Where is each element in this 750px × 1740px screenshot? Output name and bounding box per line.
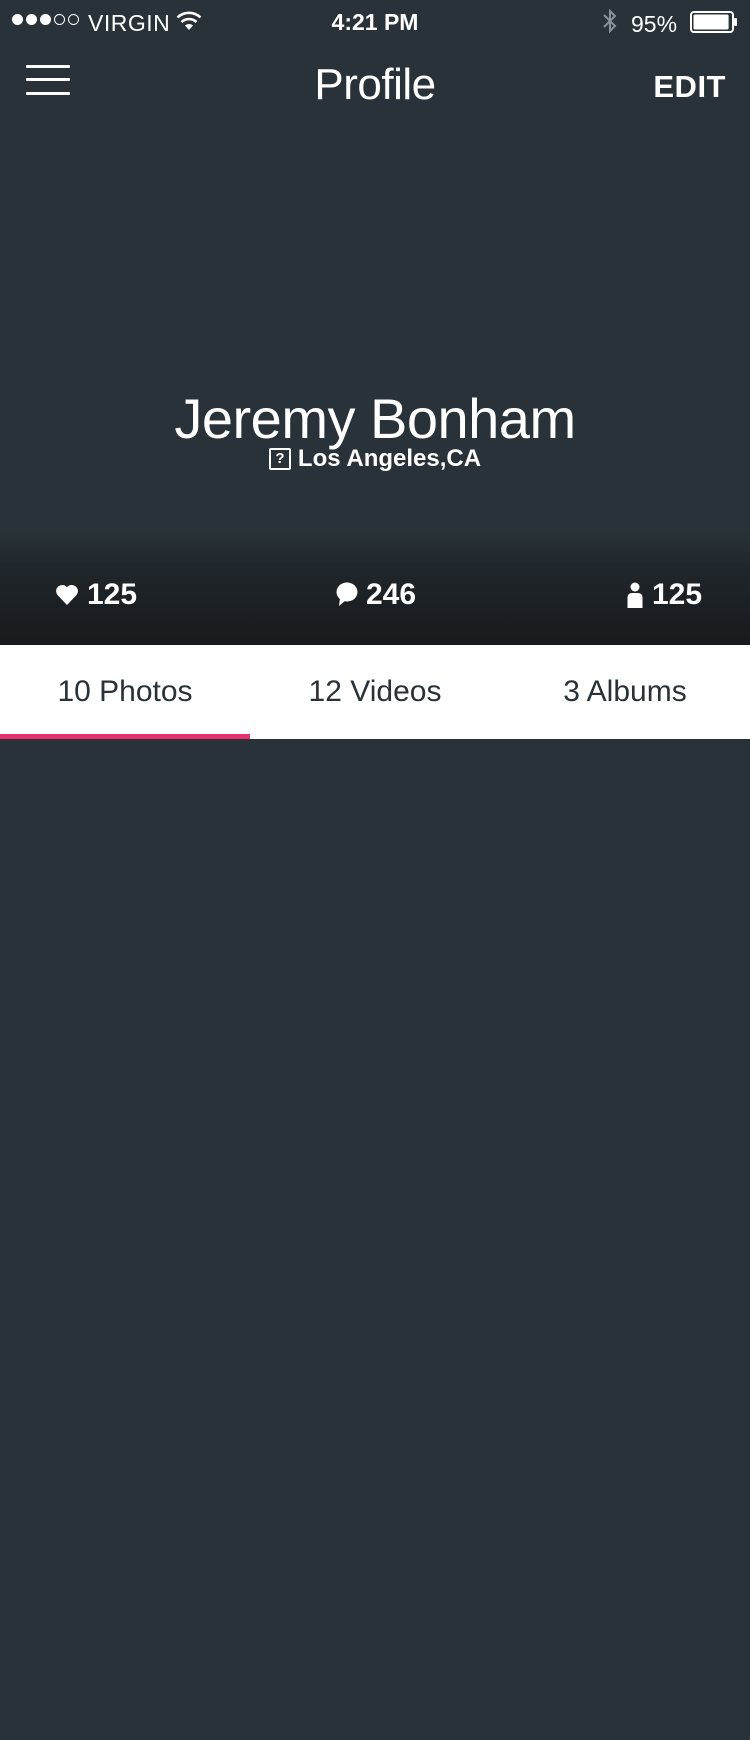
battery-percent: 95% <box>631 11 678 37</box>
tab-label: 3 Albums <box>563 675 687 708</box>
battery-icon <box>690 11 737 33</box>
comments-count: 246 <box>366 578 417 611</box>
followers-stat[interactable]: 125 <box>626 578 702 612</box>
media-tab-bar: 10 Photos 12 Videos 3 Albums <box>0 645 750 739</box>
person-icon <box>627 582 643 608</box>
likes-stat[interactable]: 125 <box>55 578 137 612</box>
profile-screen: VIRGIN 4:21 PM 95% Profile EDIT Jeremy B… <box>0 0 750 1740</box>
status-bar: VIRGIN 4:21 PM 95% <box>0 0 750 46</box>
speech-bubble-icon <box>336 582 358 606</box>
media-content-area <box>0 739 750 1740</box>
profile-header: VIRGIN 4:21 PM 95% Profile EDIT Jeremy B… <box>0 0 750 645</box>
profile-location: ? Los Angeles,CA <box>0 445 750 473</box>
location-label: Los Angeles,CA <box>297 445 482 472</box>
comments-stat[interactable]: 246 <box>336 578 416 612</box>
heart-icon <box>56 584 78 605</box>
profile-name: Jeremy Bonham <box>174 387 576 450</box>
likes-count: 125 <box>87 578 138 611</box>
tab-label: 12 Videos <box>308 675 442 708</box>
tab-albums[interactable]: 3 Albums <box>500 645 750 739</box>
edit-button[interactable]: EDIT <box>653 69 726 105</box>
bluetooth-icon <box>603 8 617 34</box>
location-question-icon: ? <box>268 448 291 470</box>
followers-count: 125 <box>652 578 703 611</box>
tab-label: 10 Photos <box>57 675 193 708</box>
tab-videos[interactable]: 12 Videos <box>250 645 500 739</box>
page-title: Profile <box>314 60 436 109</box>
tab-photos[interactable]: 10 Photos <box>0 645 250 739</box>
